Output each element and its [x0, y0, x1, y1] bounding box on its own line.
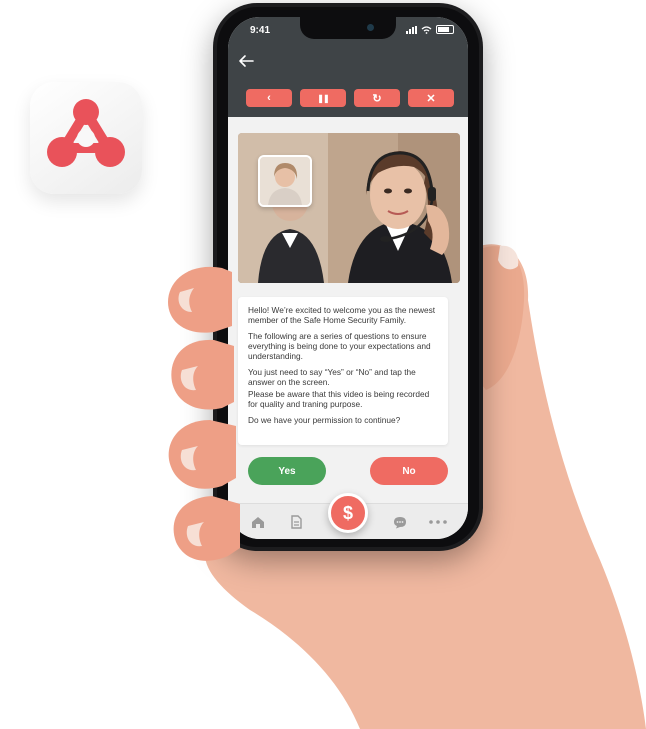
phone-notch [300, 17, 396, 39]
fingers-illustration [168, 266, 240, 561]
front-camera [367, 24, 374, 31]
